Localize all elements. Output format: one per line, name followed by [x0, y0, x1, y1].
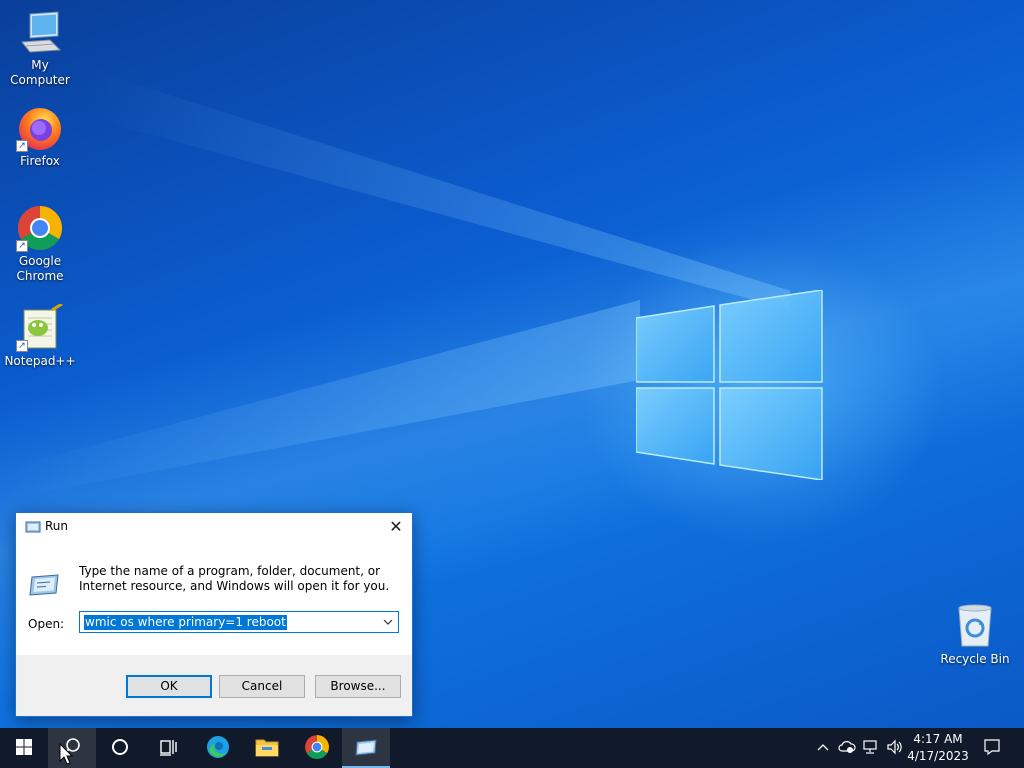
- wallpaper-light-beam: [90, 70, 790, 310]
- cancel-button[interactable]: Cancel: [219, 675, 305, 698]
- recycle-bin-icon: [951, 602, 999, 650]
- desktop-icon-label: Firefox: [20, 154, 60, 168]
- desktop-icon-recycle-bin[interactable]: Recycle Bin: [935, 602, 1015, 667]
- desktop-icon-label: My Computer: [10, 58, 70, 87]
- shortcut-arrow-icon: ↗: [16, 240, 28, 252]
- desktop-icon-firefox[interactable]: ↗ Firefox: [0, 104, 80, 169]
- close-icon: ✕: [389, 517, 403, 536]
- taskbar: 4:17 AM 4/17/2023: [0, 728, 1024, 768]
- task-view-icon: [158, 737, 178, 760]
- volume-button[interactable]: [884, 728, 906, 768]
- cortana-button[interactable]: [96, 728, 144, 768]
- desktop-icon-label: Recycle Bin: [940, 652, 1010, 666]
- taskbar-chrome[interactable]: [293, 728, 341, 768]
- run-dialog: Run ✕ Type the name of a program, folder…: [15, 512, 413, 717]
- taskbar-run[interactable]: [342, 728, 390, 768]
- run-dialog-description: Type the name of a program, folder, docu…: [79, 564, 390, 593]
- action-center-button[interactable]: [976, 728, 1008, 768]
- chevron-down-icon[interactable]: [380, 614, 396, 630]
- volume-icon: [886, 739, 904, 758]
- open-input-text[interactable]: wmic os where primary=1 reboot: [84, 615, 287, 630]
- run-icon: [354, 737, 378, 760]
- network-icon: [862, 739, 880, 758]
- start-button[interactable]: [0, 728, 48, 768]
- shortcut-arrow-icon: ↗: [16, 140, 28, 152]
- taskbar-edge[interactable]: [194, 728, 242, 768]
- clock-date: 4/17/2023: [907, 749, 969, 763]
- run-dialog-footer: OK Cancel Browse...: [16, 655, 412, 716]
- notification-icon: [983, 738, 1001, 759]
- cortana-icon: [110, 737, 130, 760]
- desktop-icon-label: Notepad++: [4, 354, 76, 368]
- wallpaper-light-beam: [0, 300, 640, 500]
- start-icon: [15, 738, 33, 759]
- chrome-icon: [304, 734, 330, 763]
- browse-button[interactable]: Browse...: [315, 675, 401, 698]
- edge-icon: [205, 734, 231, 763]
- open-combobox[interactable]: wmic os where primary=1 reboot: [79, 611, 399, 633]
- task-view-button[interactable]: [144, 728, 192, 768]
- ok-button[interactable]: OK: [126, 675, 212, 698]
- run-program-icon: [28, 567, 60, 599]
- run-dialog-body: Type the name of a program, folder, docu…: [16, 541, 412, 661]
- onedrive-button[interactable]: [836, 728, 858, 768]
- open-label: Open:: [28, 617, 65, 631]
- windows-logo-wallpaper: [636, 290, 823, 480]
- chevron-up-icon: [816, 741, 830, 755]
- shortcut-arrow-icon: ↗: [16, 340, 28, 352]
- chrome-icon: ↗: [16, 204, 64, 252]
- show-hidden-icons-button[interactable]: [812, 728, 834, 768]
- file-explorer-icon: [255, 736, 279, 761]
- taskbar-file-explorer[interactable]: [243, 728, 291, 768]
- run-icon: [25, 520, 41, 534]
- desktop-icon-chrome[interactable]: ↗ Google Chrome: [0, 204, 80, 284]
- onedrive-icon: [838, 740, 856, 757]
- run-dialog-title: Run: [45, 519, 69, 533]
- close-button[interactable]: ✕: [380, 513, 412, 541]
- monitor-icon: [16, 8, 64, 56]
- desktop-icon-my-computer[interactable]: My Computer: [0, 8, 80, 88]
- network-button[interactable]: [860, 728, 882, 768]
- firefox-icon: ↗: [16, 104, 64, 152]
- notepadpp-icon: ↗: [16, 302, 64, 352]
- clock-time: 4:17 AM: [913, 732, 963, 746]
- run-dialog-titlebar[interactable]: Run ✕: [16, 513, 412, 541]
- desktop-icon-notepadpp[interactable]: ↗ Notepad++: [0, 302, 80, 369]
- desktop-icon-label: Google Chrome: [16, 254, 64, 283]
- mouse-cursor-icon: [59, 743, 73, 765]
- taskbar-clock[interactable]: 4:17 AM 4/17/2023: [905, 731, 971, 765]
